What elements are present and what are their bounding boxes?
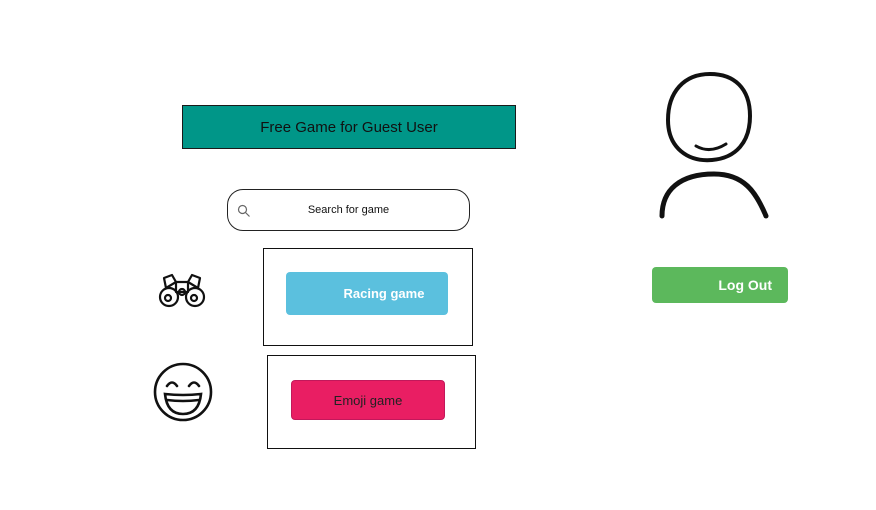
racing-game-button[interactable]: Racing game — [286, 272, 448, 315]
user-avatar-icon — [659, 71, 769, 219]
page-title: Free Game for Guest User — [182, 105, 516, 149]
logout-button[interactable]: Log Out — [652, 267, 788, 303]
racing-game-label: Racing game — [343, 286, 425, 301]
search-input[interactable]: Search for game — [228, 190, 469, 230]
smiley-face-icon — [153, 362, 213, 422]
emoji-game-button[interactable]: Emoji game — [291, 380, 445, 420]
search-bar[interactable]: Search for game — [227, 189, 470, 231]
binoculars-icon — [158, 273, 206, 308]
